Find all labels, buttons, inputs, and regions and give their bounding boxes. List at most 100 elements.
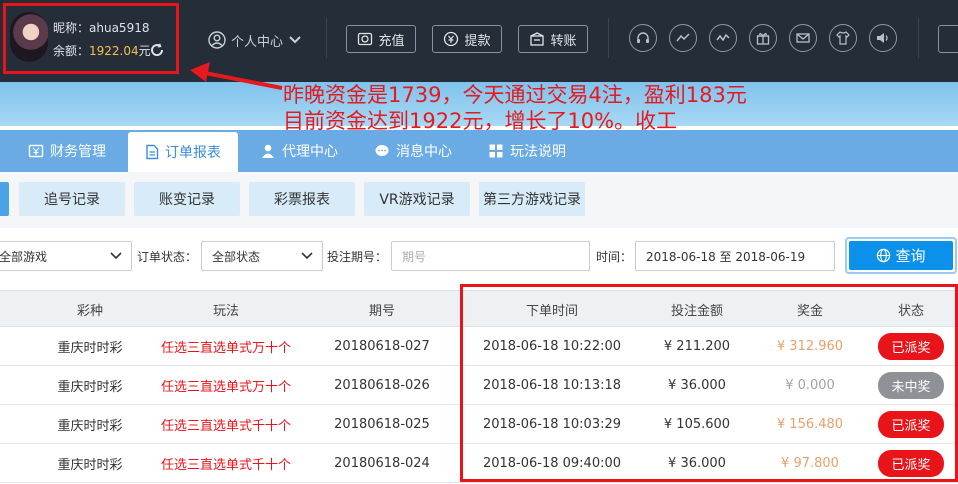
cell-amount: ¥ 105.600: [663, 416, 731, 432]
divider: [608, 18, 609, 58]
col-time: 下单时间: [525, 304, 578, 319]
time-range-input[interactable]: 2018-06-18 至 2018-06-19: [635, 241, 835, 271]
chevron-down-icon: [289, 36, 301, 44]
cell-period: 20180618-027: [334, 338, 430, 354]
col-prize: 奖金: [796, 304, 823, 319]
logout-button[interactable]: [938, 25, 958, 53]
subtab-third-party-records[interactable]: 第三方游戏记录: [479, 182, 585, 216]
subtab-bet-records[interactable]: [0, 182, 9, 216]
status-select[interactable]: 全部状态: [201, 241, 323, 271]
transfer-label: 转账: [550, 33, 577, 49]
cell-lottery: 重庆时时彩: [57, 457, 123, 473]
query-button[interactable]: 查询: [849, 241, 953, 270]
sound-button[interactable]: [869, 24, 897, 52]
deposit-button[interactable]: 充值: [346, 25, 416, 53]
cell-amount: ¥ 211.200: [663, 338, 731, 354]
balance-row: 余额：1922.04元: [53, 42, 151, 59]
gift-button[interactable]: [749, 24, 777, 52]
time-label: 时间：: [596, 250, 633, 264]
user-avatar[interactable]: [10, 12, 48, 62]
nav-order-report[interactable]: 订单报表: [128, 132, 238, 172]
nav-order-report-label: 订单报表: [165, 145, 221, 161]
subtab-chase-records[interactable]: 追号记录: [19, 182, 125, 216]
col-period: 期号: [368, 304, 395, 319]
cell-amount: ¥ 36.000: [668, 455, 726, 471]
deposit-label: 充值: [378, 33, 405, 49]
divider: [918, 18, 919, 58]
transfer-icon: [530, 32, 545, 46]
nav-agent-label: 代理中心: [282, 144, 338, 160]
cell-play: 任选三直选单式千十个: [160, 418, 291, 434]
query-label: 查询: [895, 247, 926, 265]
cell-prize: ¥ 156.480: [776, 416, 844, 432]
mail-button[interactable]: [789, 24, 817, 52]
cell-play: 任选三直选单式万十个: [160, 340, 291, 356]
table-row[interactable]: 重庆时时彩 任选三直选单式千十个 20180618-025 2018-06-18…: [0, 405, 958, 444]
status-badge: 已派奖: [878, 333, 944, 360]
period-label: 投注期号：: [327, 250, 388, 264]
withdraw-label: 提款: [464, 33, 491, 49]
col-play: 玩法: [212, 304, 239, 319]
status-badge: 已派奖: [878, 450, 944, 477]
user-info-highlight: 昵称：ahua5918 余额：1922.04元: [3, 3, 179, 74]
transfer-button[interactable]: 转账: [518, 25, 588, 53]
balance-value: 1922.04: [89, 44, 139, 58]
nav-message[interactable]: 消息中心: [374, 130, 452, 172]
personal-center-label: 个人中心: [231, 34, 284, 50]
cell-amount: ¥ 36.000: [668, 377, 726, 393]
nickname-row: 昵称：ahua5918: [53, 19, 149, 36]
period-input[interactable]: 期号: [391, 241, 590, 271]
subtab-lottery-report[interactable]: 彩票报表: [249, 182, 355, 216]
subtab-account-changes[interactable]: 账变记录: [134, 182, 240, 216]
cell-prize: ¥ 97.800: [781, 455, 839, 471]
trend-button[interactable]: [669, 24, 697, 52]
status-label: 订单状态：: [137, 250, 198, 264]
rules-icon: [489, 144, 503, 158]
query-button-frame: 查询: [845, 237, 957, 274]
annotation-line-1: 昨晚资金是1739，今天通过交易4注，盈利183元: [283, 83, 747, 107]
globe-icon: [877, 248, 891, 263]
withdraw-button[interactable]: 提款: [432, 25, 502, 53]
skin-button[interactable]: [829, 24, 857, 52]
table-row[interactable]: 重庆时时彩 任选三直选单式万十个 20180618-026 2018-06-18…: [0, 366, 958, 405]
cell-lottery: 重庆时时彩: [57, 340, 123, 356]
mail-icon: [796, 33, 810, 43]
divider: [326, 18, 327, 58]
cell-lottery: 重庆时时彩: [57, 379, 123, 395]
annotation-arrow-icon: [190, 62, 283, 90]
withdraw-icon: [444, 31, 459, 47]
headset-icon: [637, 32, 649, 43]
status-select-value: 全部状态: [212, 249, 261, 264]
refresh-icon[interactable]: [148, 41, 166, 59]
game-select[interactable]: 全部游戏: [0, 241, 132, 271]
nav-rules[interactable]: 玩法说明: [488, 130, 566, 172]
cell-play: 任选三直选单式万十个: [160, 379, 291, 395]
cell-time: 2018-06-18 09:40:00: [482, 455, 622, 471]
col-amount: 投注金额: [670, 304, 723, 319]
gift-icon: [756, 33, 770, 45]
trend-icon: [676, 33, 690, 42]
cell-time: 2018-06-18 10:22:00: [482, 338, 622, 354]
nav-finance-label: 财务管理: [50, 144, 106, 160]
col-status: 状态: [897, 304, 924, 319]
status-badge: 未中奖: [878, 372, 944, 399]
customer-service-button[interactable]: [629, 24, 657, 52]
table-row[interactable]: 重庆时时彩 任选三直选单式万十个 20180618-027 2018-06-18…: [0, 327, 958, 366]
shirt-icon: [836, 31, 850, 45]
speaker-icon: [877, 33, 888, 43]
game-select-value: 全部游戏: [0, 249, 48, 264]
chevron-down-icon: [301, 252, 313, 260]
table-row[interactable]: 重庆时时彩 任选三直选单式千十个 20180618-024 2018-06-18…: [0, 444, 958, 483]
chart-icon: [716, 33, 730, 42]
finance-icon: [28, 144, 44, 158]
table-header: 彩种 玩法 期号 下单时间 投注金额 奖金 状态: [0, 290, 958, 327]
nav-finance[interactable]: 财务管理: [28, 130, 106, 172]
chart-button[interactable]: [709, 24, 737, 52]
cell-period: 20180618-025: [334, 416, 430, 432]
nav-agent[interactable]: 代理中心: [260, 130, 338, 172]
cell-prize: ¥ 0.000: [785, 377, 835, 393]
subtab-vr-records[interactable]: VR游戏记录: [364, 182, 470, 216]
balance-label: 余额：: [53, 44, 90, 58]
top-bar: 昵称：ahua5918 余额：1922.04元 个人中心 充值 提款 转账: [0, 0, 958, 82]
personal-center-menu[interactable]: 个人中心: [208, 28, 302, 52]
